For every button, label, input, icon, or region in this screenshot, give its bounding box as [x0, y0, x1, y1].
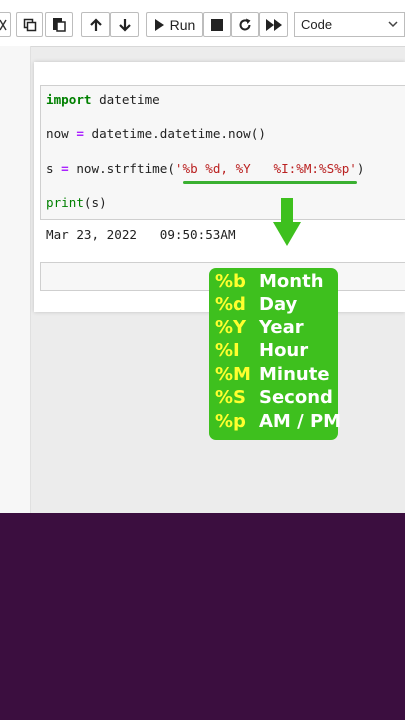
legend-label: Month: [259, 271, 324, 292]
paste-button[interactable]: [45, 12, 73, 37]
cell-output: Mar 23, 2022 09:50:53AM: [46, 227, 236, 242]
legend-row: %I Hour: [209, 340, 338, 363]
restart-button[interactable]: [231, 12, 259, 37]
arrow-down-icon: [273, 198, 301, 246]
operator: =: [61, 161, 69, 176]
code-line-1: import datetime: [46, 92, 160, 107]
legend-row: %Y Year: [209, 317, 338, 340]
legend-label: Hour: [259, 340, 309, 361]
legend-row: %M Minute: [209, 364, 338, 387]
legend-label: AM / PM: [259, 411, 342, 432]
code-text: datetime: [91, 92, 160, 107]
cell-type-value: Code: [301, 17, 333, 32]
stop-button[interactable]: [203, 12, 231, 37]
legend-code: %d: [215, 294, 246, 315]
background-panel: [0, 513, 405, 720]
format-string: '%b %d, %Y %I:%M:%S%p': [174, 161, 357, 176]
builtin-print: print: [46, 195, 84, 210]
legend-code: %Y: [215, 317, 247, 338]
operator: =: [76, 126, 84, 141]
run-button[interactable]: Run: [146, 12, 203, 37]
code-text: now.strftime(: [68, 161, 175, 176]
legend-code: %p: [215, 411, 246, 432]
format-codes-legend: %b Month %d Day %Y Year %I Hour %M Minute %S S…: [209, 268, 342, 440]
legend-code: %I: [215, 340, 240, 361]
code-text: ): [356, 161, 365, 176]
format-string-underline: [183, 181, 357, 184]
run-label: Run: [169, 16, 196, 33]
keyword-import: import: [46, 92, 92, 107]
code-line-3: s = now.strftime('%b %d, %Y %I:%M:%S%p'): [46, 161, 365, 176]
code-text: (s): [83, 195, 107, 210]
stop-icon: [211, 18, 223, 31]
fast-forward-button[interactable]: [259, 12, 288, 37]
legend-label: Year: [259, 317, 304, 338]
left-gutter: [0, 46, 31, 516]
code-text: s: [46, 161, 62, 176]
code-line-2: now = datetime.datetime.now(): [46, 126, 266, 141]
copy-icon: [23, 18, 36, 31]
restart-icon: [239, 18, 251, 30]
scissors-icon: [0, 19, 7, 30]
fast-forward-icon: [265, 18, 282, 31]
legend-label: Day: [259, 294, 298, 315]
legend-row: %S Second: [209, 387, 338, 410]
chevron-down-icon: [388, 13, 398, 43]
paste-icon: [53, 18, 66, 32]
legend-row: %p AM / PM: [209, 411, 342, 434]
play-icon: [154, 18, 164, 31]
legend-label: Minute: [259, 364, 330, 385]
arrow-up-icon: [89, 17, 102, 31]
legend-code: %b: [215, 271, 246, 292]
move-down-button[interactable]: [110, 12, 139, 37]
legend-code: %M: [215, 364, 251, 385]
legend-label: Second: [259, 387, 333, 408]
legend-row: %b Month: [209, 271, 338, 294]
arrow-down-icon: [118, 18, 131, 32]
move-up-button[interactable]: [81, 12, 110, 37]
code-text: datetime.datetime.now(): [83, 126, 266, 141]
notebook-toolbar: Run Code: [0, 0, 405, 47]
code-line-4: print(s): [46, 195, 107, 210]
copy-button[interactable]: [16, 12, 43, 37]
legend-code: %S: [215, 387, 246, 408]
code-text: now: [46, 126, 77, 141]
cut-button[interactable]: [0, 12, 11, 37]
legend-row: %d Day: [209, 294, 338, 317]
cell-type-select[interactable]: Code: [294, 12, 405, 37]
